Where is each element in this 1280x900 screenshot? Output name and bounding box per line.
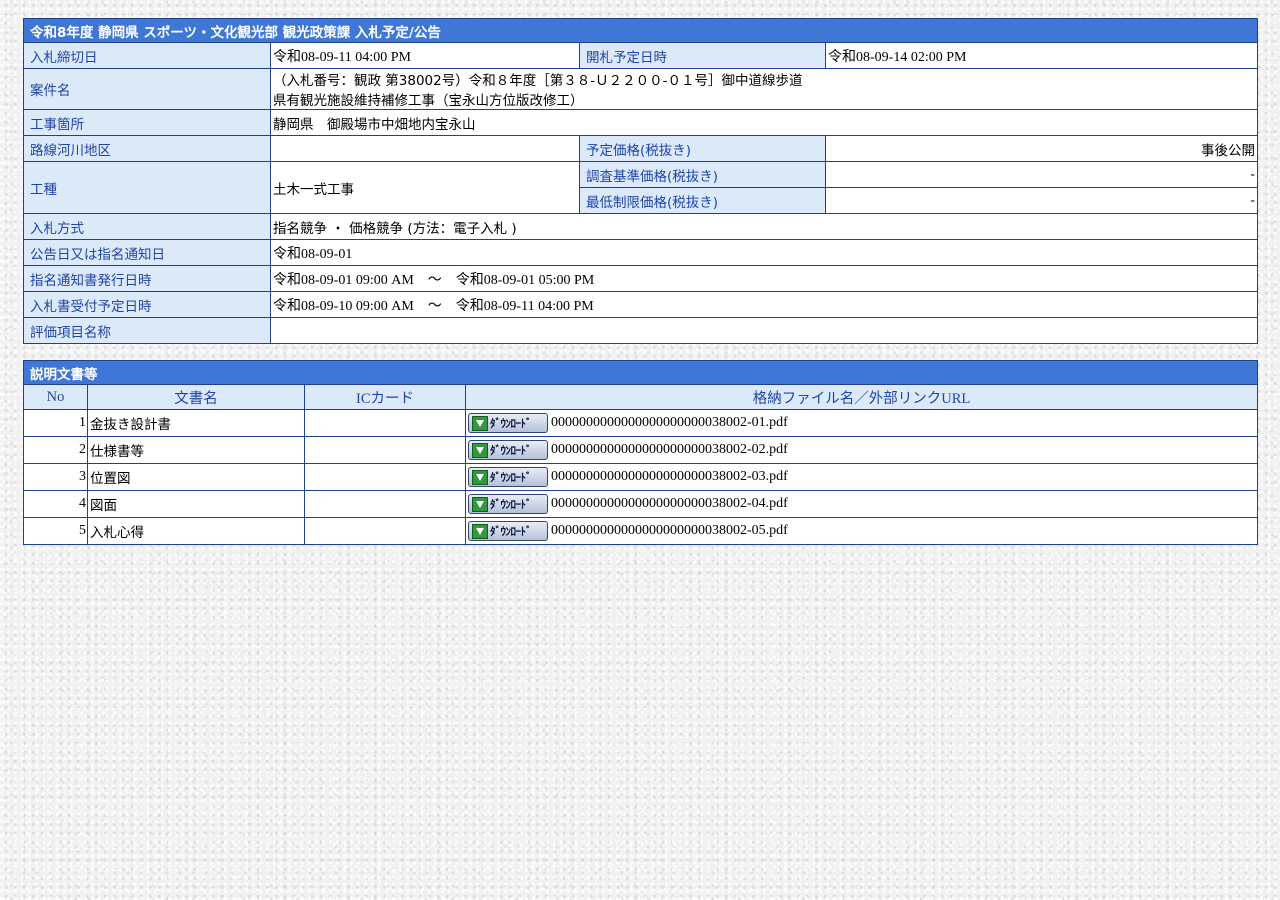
document-file-name: 0000000000000000000000038002-02.pdf	[551, 442, 788, 457]
document-row: 4 図面 ﾀﾞｳﾝﾛｰﾄﾞ 0000000000000000000000038002-…	[23, 490, 1258, 518]
receipt-datetime-value: 令和08-09-10 09:00 AM ～ 令和08-09-11 04:00 P…	[269, 291, 1259, 318]
document-ic-card	[304, 436, 466, 464]
document-name: 図面	[87, 490, 305, 518]
download-button[interactable]: ﾀﾞｳﾝﾛｰﾄﾞ	[468, 413, 548, 433]
route-label: 路線河川地区	[23, 135, 271, 162]
bid-info-table: 令和8年度 静岡県 スポーツ・文化観光部 観光政策課 入札予定/公告 入札締切日…	[22, 18, 1259, 344]
project-name-line2: 県有観光施設維持補修工事（宝永山方位版改修工）	[273, 93, 584, 109]
receipt-datetime-label: 入札書受付予定日時	[23, 291, 271, 318]
document-file-cell: ﾀﾞｳﾝﾛｰﾄﾞ 0000000000000000000000038002-03.…	[465, 463, 1258, 491]
document-no: 1	[23, 409, 88, 437]
document-no: 2	[23, 436, 88, 464]
download-arrow-icon	[472, 416, 488, 431]
location-value: 静岡県 御殿場市中畑地内宝永山	[269, 109, 1259, 136]
planned-price-value: 事後公開	[824, 135, 1259, 162]
route-value	[270, 135, 580, 162]
project-name-label: 案件名	[23, 68, 271, 110]
header-ic-card: ICカード	[304, 384, 466, 410]
survey-price-value: -	[824, 161, 1259, 188]
project-name-value: （入札番号：観政 第38002号）令和８年度［第３８-Ｕ２２００-０１号］御中道…	[269, 68, 1259, 110]
document-file-cell: ﾀﾞｳﾝﾛｰﾄﾞ 0000000000000000000000038002-01.…	[465, 409, 1258, 437]
document-row: 1 金抜き設計書 ﾀﾞｳﾝﾛｰﾄﾞ 0000000000000000000000038…	[23, 409, 1258, 437]
issue-datetime-value: 令和08-09-01 09:00 AM ～ 令和08-09-01 05:00 P…	[269, 265, 1259, 292]
document-file-name: 0000000000000000000000038002-04.pdf	[551, 496, 788, 511]
deadline-label: 入札締切日	[23, 42, 271, 69]
document-name: 位置図	[87, 463, 305, 491]
work-type-value: 土木一式工事	[270, 161, 580, 214]
method-value: 指名競争 ・ 価格競争 (方法：電子入札 )	[269, 213, 1259, 240]
document-row: 5 入札心得 ﾀﾞｳﾝﾛｰﾄﾞ 000000000000000000000003800…	[23, 517, 1258, 545]
survey-price-label: 調査基準価格(税抜き)	[579, 161, 826, 188]
header-file-name: 格納ファイル名／外部リンクURL	[465, 384, 1258, 410]
location-label: 工事箇所	[23, 109, 271, 136]
opening-value: 令和08-09-14 02:00 PM	[824, 42, 1259, 69]
download-button[interactable]: ﾀﾞｳﾝﾛｰﾄﾞ	[468, 440, 548, 460]
evaluation-item-label: 評価項目名称	[23, 317, 271, 344]
document-ic-card	[304, 490, 466, 518]
document-file-name: 0000000000000000000000038002-05.pdf	[551, 523, 788, 538]
work-type-label: 工種	[23, 161, 271, 214]
notice-date-value: 令和08-09-01	[269, 239, 1259, 266]
method-label: 入札方式	[23, 213, 271, 240]
download-arrow-icon	[472, 443, 488, 458]
document-ic-card	[304, 463, 466, 491]
min-price-label: 最低制限価格(税抜き)	[579, 187, 826, 214]
document-rows: 1 金抜き設計書 ﾀﾞｳﾝﾛｰﾄﾞ 0000000000000000000000038…	[23, 409, 1258, 545]
header-no: No	[23, 384, 88, 410]
document-no: 5	[23, 517, 88, 545]
deadline-value: 令和08-09-11 04:00 PM	[270, 42, 580, 69]
document-name: 金抜き設計書	[87, 409, 305, 437]
planned-price-label: 予定価格(税抜き)	[579, 135, 826, 162]
download-button-label: ﾀﾞｳﾝﾛｰﾄﾞ	[490, 444, 532, 457]
download-button-label: ﾀﾞｳﾝﾛｰﾄﾞ	[490, 498, 532, 511]
download-button-label: ﾀﾞｳﾝﾛｰﾄﾞ	[490, 525, 532, 538]
document-file-cell: ﾀﾞｳﾝﾛｰﾄﾞ 0000000000000000000000038002-02.…	[465, 436, 1258, 464]
document-no: 3	[23, 463, 88, 491]
download-button[interactable]: ﾀﾞｳﾝﾛｰﾄﾞ	[468, 494, 548, 514]
bid-info-panel: 令和8年度 静岡県 スポーツ・文化観光部 観光政策課 入札予定/公告 入札締切日…	[22, 18, 1259, 344]
download-button-label: ﾀﾞｳﾝﾛｰﾄﾞ	[490, 417, 532, 430]
document-ic-card	[304, 409, 466, 437]
document-row: 2 仕様書等 ﾀﾞｳﾝﾛｰﾄﾞ 000000000000000000000003800…	[23, 436, 1258, 464]
min-price-value: -	[824, 187, 1259, 214]
download-arrow-icon	[472, 497, 488, 512]
notice-date-label: 公告日又は指名通知日	[23, 239, 271, 266]
download-button-label: ﾀﾞｳﾝﾛｰﾄﾞ	[490, 471, 532, 484]
download-arrow-icon	[472, 524, 488, 539]
documents-panel: 説明文書等 No 文書名 ICカード 格納ファイル名／外部リンクURL 1 金抜き…	[23, 360, 1258, 545]
project-name-line1: （入札番号：観政 第38002号）令和８年度［第３８-Ｕ２２００-０１号］御中道…	[273, 73, 803, 89]
document-file-cell: ﾀﾞｳﾝﾛｰﾄﾞ 0000000000000000000000038002-05.…	[465, 517, 1258, 545]
download-arrow-icon	[472, 470, 488, 485]
issue-datetime-label: 指名通知書発行日時	[23, 265, 271, 292]
download-button[interactable]: ﾀﾞｳﾝﾛｰﾄﾞ	[468, 521, 548, 541]
document-row: 3 位置図 ﾀﾞｳﾝﾛｰﾄﾞ 0000000000000000000000038002…	[23, 463, 1258, 491]
evaluation-item-value	[269, 317, 1259, 344]
bid-info-title: 令和8年度 静岡県 スポーツ・文化観光部 観光政策課 入札予定/公告	[22, 18, 1259, 43]
header-document-name: 文書名	[87, 384, 305, 410]
document-ic-card	[304, 517, 466, 545]
documents-table: 説明文書等 No 文書名 ICカード 格納ファイル名／外部リンクURL 1 金抜き…	[23, 360, 1258, 545]
download-button[interactable]: ﾀﾞｳﾝﾛｰﾄﾞ	[468, 467, 548, 487]
document-file-name: 0000000000000000000000038002-01.pdf	[551, 415, 788, 430]
opening-label: 開札予定日時	[579, 42, 826, 69]
document-name: 入札心得	[87, 517, 305, 545]
document-file-cell: ﾀﾞｳﾝﾛｰﾄﾞ 0000000000000000000000038002-04.…	[465, 490, 1258, 518]
documents-title: 説明文書等	[23, 360, 1258, 385]
document-file-name: 0000000000000000000000038002-03.pdf	[551, 469, 788, 484]
document-no: 4	[23, 490, 88, 518]
document-name: 仕様書等	[87, 436, 305, 464]
